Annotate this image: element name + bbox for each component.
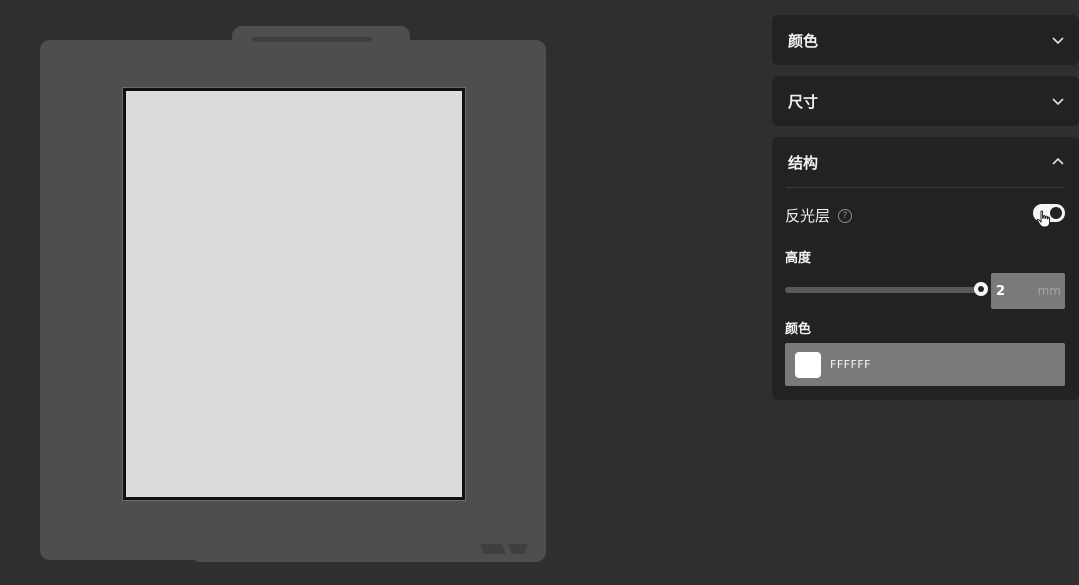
chevron-down-icon xyxy=(1052,98,1064,106)
section-color: 颜色 xyxy=(772,15,1079,65)
height-label: 高度 xyxy=(785,251,812,266)
hand-pointer-cursor-icon xyxy=(1036,210,1051,228)
section-size-title: 尺寸 xyxy=(788,92,819,111)
section-size-header[interactable]: 尺寸 xyxy=(772,76,1079,126)
height-slider[interactable] xyxy=(785,282,988,296)
frame-corner-marks xyxy=(480,544,528,554)
height-unit: mm xyxy=(1037,284,1061,298)
section-structure-title: 结构 xyxy=(788,153,819,172)
height-slider-fill xyxy=(785,287,981,293)
structure-color-label: 颜色 xyxy=(785,322,812,337)
height-value: 2 xyxy=(996,283,1006,299)
height-slider-thumb[interactable] xyxy=(974,282,988,296)
section-structure-header[interactable]: 结构 xyxy=(772,137,1079,187)
photo-paper[interactable] xyxy=(123,88,465,500)
question-circle-icon[interactable]: ? xyxy=(838,208,853,223)
reflect-layer-label: 反光层 xyxy=(785,207,831,225)
color-hex-value: FFFFFF xyxy=(830,358,871,371)
color-swatch[interactable] xyxy=(795,351,821,378)
section-color-header[interactable]: 颜色 xyxy=(772,15,1079,65)
reflect-layer-row: 反光层 ? xyxy=(785,205,853,226)
section-size: 尺寸 xyxy=(772,76,1079,126)
section-divider xyxy=(786,187,1065,188)
chevron-up-icon xyxy=(1052,157,1064,165)
structure-color-input[interactable]: FFFFFF xyxy=(785,343,1065,386)
chevron-down-icon xyxy=(1052,37,1064,45)
frame-hanging-slot xyxy=(252,37,372,42)
height-input[interactable]: 2 mm xyxy=(991,273,1065,309)
section-structure: 结构 反光层 ? 高度 2 mm 颜色 FFFFFF xyxy=(772,137,1079,400)
section-color-title: 颜色 xyxy=(788,31,819,50)
